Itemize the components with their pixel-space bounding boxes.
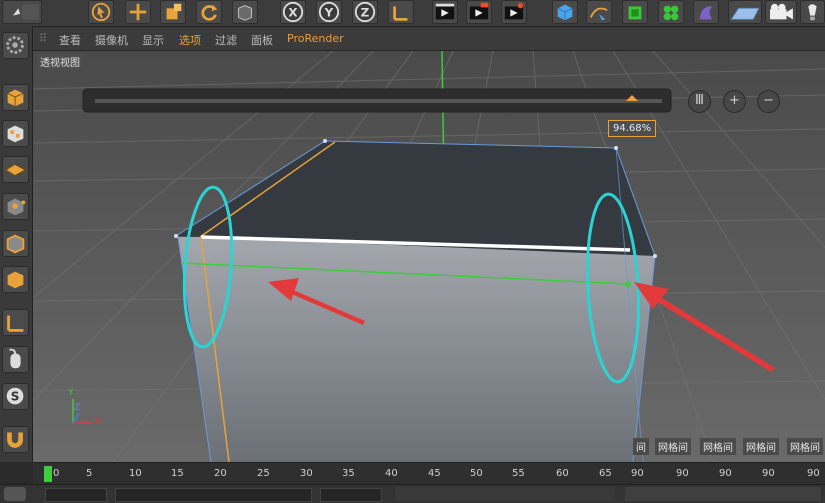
render-settings-icon[interactable] [501,0,527,24]
workplane-icon[interactable] [2,156,29,183]
timeline-tick-label: 25 [257,468,270,479]
z-axis-lock-icon[interactable]: Z [352,0,378,24]
zoom-slider-track[interactable] [95,99,662,103]
scale-icon[interactable] [160,0,186,24]
grip-icon: ⠿ [39,32,48,45]
menu-display[interactable]: 显示 [142,32,164,48]
timeline-tick-label: 15 [171,468,184,479]
timeline-tick-label: 45 [428,468,441,479]
cube-primitive-icon[interactable] [552,0,578,24]
x-axis-lock-icon[interactable]: X [280,0,306,24]
menu-prorender[interactable]: ProRender [287,32,344,45]
gizmo-z-label: Z [74,403,81,413]
menu-view[interactable]: 查看 [59,32,81,48]
grid-toggle-icon[interactable] [4,487,26,501]
grid-spacing-tag: 间 [633,438,649,455]
grid-spacing-tag: 网格间 [787,438,823,455]
timeline-tick-label: 30 [300,468,313,479]
snap-icon[interactable]: S [2,383,29,410]
timeline-tick-label: 65 [599,468,612,479]
menu-panel[interactable]: 面板 [251,32,273,48]
view-label: 透视视图 [37,54,83,69]
playback-controls[interactable] [395,487,615,501]
svg-text:Y: Y [324,6,334,20]
subdivision-icon[interactable] [622,0,648,24]
frame-range-slider[interactable] [115,488,312,502]
render-picture-viewer-icon[interactable] [466,0,492,24]
timeline-tick-label: 60 [556,468,569,479]
texture-mode-icon[interactable] [2,120,29,147]
model-mode-icon[interactable] [2,84,29,111]
timeline-ruler[interactable]: 0 5 10 15 20 25 30 35 40 45 50 55 60 65 90 90 90 90 90 [33,462,825,485]
light-icon[interactable] [800,0,825,24]
left-toolbar: S [0,26,33,462]
svg-text:X: X [288,6,297,20]
gizmo-x-label: X [95,417,102,427]
scene-canvas [33,51,825,462]
menu-filter[interactable]: 过滤 [215,32,237,48]
spline-pen-icon[interactable] [586,0,612,24]
gizmo-y-label: Y [68,388,74,398]
end-frame-field[interactable] [320,488,382,502]
grid-spacing-tag: 网格间 [743,438,779,455]
timeline-tick-label: 90 [676,468,689,479]
timeline-playhead[interactable] [44,466,52,482]
mograph-cloner-icon[interactable] [658,0,684,24]
grid-spacing-tag: 网格间 [655,438,691,455]
grid-spacing-tag: 网格间 [700,438,736,455]
edges-mode-icon[interactable] [2,230,29,257]
timeline-tick-label: 50 [470,468,483,479]
viewport-menu-icon[interactable]: Ⅲ [688,90,711,113]
zoom-percentage-badge: 94.68% [608,120,657,137]
keyframe-controls[interactable] [625,487,821,501]
timeline-tick-label: 10 [129,468,142,479]
timeline-tick-label: 5 [86,468,93,479]
gear-icon[interactable] [2,32,29,59]
floor-icon[interactable] [728,0,762,24]
timeline-tick-label: 55 [512,468,525,479]
knife-cut-point[interactable] [625,281,631,287]
svg-text:Z: Z [361,6,370,20]
svg-text:S: S [11,390,20,404]
object-icon[interactable] [232,0,258,24]
timeline-tick-label: 90 [807,468,820,479]
move-icon[interactable] [125,0,151,24]
viewport-menu-bar: ⠿ 查看 摄像机 显示 选项 过滤 面板 ProRender [33,27,825,51]
deformer-icon[interactable] [693,0,719,24]
polygons-mode-icon[interactable] [2,266,29,293]
undo-icon[interactable] [2,0,42,24]
menu-camera[interactable]: 摄像机 [95,32,128,48]
frame-field[interactable] [45,488,107,502]
mouse-tweak-icon[interactable] [2,346,29,373]
zoom-out-icon[interactable]: − [757,90,780,113]
timeline-tick-label: 0 [53,468,60,479]
coordinate-system-icon[interactable] [388,0,414,24]
timeline-tick-label: 90 [719,468,732,479]
y-axis-lock-icon[interactable]: Y [316,0,342,24]
zoom-in-icon[interactable]: + [723,90,746,113]
camera-icon[interactable] [765,0,797,24]
bottom-controls-bar [0,484,825,503]
timeline-tick-label: 90 [762,468,775,479]
timeline-tick-label: 20 [214,468,227,479]
cube-front-face[interactable] [178,237,655,462]
menu-options[interactable]: 选项 [179,32,201,48]
timeline-tick-label: 40 [385,468,398,479]
rotate-icon[interactable] [196,0,222,24]
top-toolbar: X Y Z [0,0,825,27]
perspective-viewport[interactable]: 透视视图 Ⅲ + − 94.68% Y Z X 间 网格间 网格间 网格间 网格… [33,51,825,462]
timeline-tick-label: 35 [342,468,355,479]
select-arrow-icon[interactable] [88,0,114,24]
timeline-tick-label: 90 [631,468,644,479]
magnet-icon[interactable] [2,426,29,453]
axis-icon[interactable] [2,309,29,336]
render-view-icon[interactable] [432,0,458,24]
points-mode-icon[interactable] [2,193,29,220]
